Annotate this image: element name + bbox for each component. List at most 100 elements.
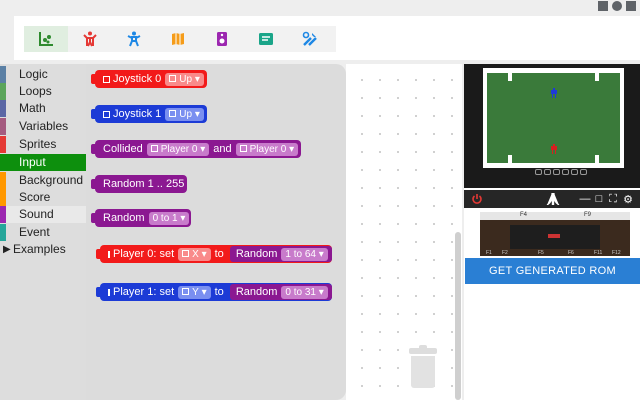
- checkbox-icon: [182, 250, 190, 258]
- category-label: Sprites: [19, 137, 57, 151]
- range-dropdown[interactable]: 0 to 31 ▾: [281, 285, 328, 299]
- category-variables[interactable]: Variables: [0, 118, 86, 135]
- message-tab[interactable]: [244, 26, 288, 52]
- category-label: Examples: [13, 242, 66, 256]
- score-digit: [535, 169, 542, 175]
- category-color: [0, 83, 6, 100]
- stop-icon[interactable]: [598, 1, 608, 11]
- category-score[interactable]: Score: [0, 189, 86, 206]
- minimize-icon[interactable]: —: [578, 192, 592, 206]
- axis-dropdown[interactable]: Y ▾: [178, 285, 211, 299]
- editor-toolbar: [14, 16, 640, 60]
- map-icon: [172, 33, 184, 45]
- workspace-scrollbar[interactable]: [455, 232, 461, 400]
- category-loops[interactable]: Loops: [0, 83, 86, 100]
- category-label: Input: [19, 155, 46, 169]
- joystick-1-block[interactable]: Joystick 1 Up ▾: [91, 105, 207, 123]
- f5-label: F5: [538, 250, 544, 256]
- random-range-block[interactable]: Random 0 to 1 ▾: [91, 209, 191, 227]
- category-event[interactable]: Event: [0, 224, 86, 241]
- square-icon[interactable]: [626, 1, 636, 11]
- playfield-post: [508, 73, 512, 81]
- block-label: Player 1: set: [113, 286, 175, 298]
- player-red-icon: [83, 31, 97, 47]
- record-icon[interactable]: [612, 1, 622, 11]
- category-logic[interactable]: Logic: [0, 66, 86, 83]
- category-label: Loops: [19, 84, 52, 98]
- player-1-sprite: [551, 88, 557, 98]
- category-math[interactable]: Math: [0, 100, 86, 117]
- category-color: [0, 118, 6, 135]
- atari-logo-icon: [546, 192, 560, 206]
- get-generated-rom-button[interactable]: GET GENERATED ROM: [465, 258, 640, 284]
- category-input[interactable]: Input: [0, 154, 86, 171]
- dropdown-value: 0 to 31: [285, 286, 316, 298]
- checkbox-icon: [169, 110, 177, 118]
- block-category-list: Logic Loops Math Variables Sprites Input…: [0, 64, 86, 400]
- trash-can-icon[interactable]: [409, 345, 437, 388]
- player-red-tab[interactable]: [68, 26, 112, 52]
- collider-b-dropdown[interactable]: Player 0 ▾: [235, 142, 299, 156]
- range-dropdown[interactable]: 1 to 64 ▾: [281, 247, 328, 261]
- dropdown-value: Player 0: [160, 143, 198, 155]
- f6-label: F6: [568, 250, 574, 256]
- f2-label: F2: [502, 250, 508, 256]
- blocks-workspace[interactable]: [346, 64, 462, 400]
- range-dropdown[interactable]: 0 to 1 ▾: [148, 211, 190, 225]
- random-range-input[interactable]: Random 0 to 31 ▾: [229, 284, 332, 300]
- category-sprites[interactable]: Sprites: [0, 136, 86, 153]
- power-icon[interactable]: [470, 192, 484, 206]
- program-blocks-tab[interactable]: [24, 26, 68, 52]
- player-1-set-block[interactable]: Player 1: set Y ▾ to Random 0 to 31 ▾: [96, 283, 332, 301]
- category-label: Math: [19, 101, 46, 115]
- category-examples[interactable]: ▶ Examples: [0, 241, 86, 258]
- collider-a-dropdown[interactable]: Player 0 ▾: [146, 142, 210, 156]
- category-label: Event: [19, 225, 50, 239]
- window-icon[interactable]: □: [592, 192, 606, 206]
- random-range-input[interactable]: Random 1 to 64 ▾: [229, 246, 332, 262]
- dropdown-value: 0 to 1: [152, 212, 178, 224]
- map-tab[interactable]: [156, 26, 200, 52]
- checkbox-icon: [108, 250, 110, 258]
- category-sound[interactable]: Sound: [0, 206, 86, 223]
- category-background[interactable]: Background: [0, 172, 86, 189]
- atari-logo-glyph: [546, 193, 560, 205]
- player-blue-icon: [127, 31, 141, 47]
- playfield: [483, 68, 624, 168]
- random-1-255-block[interactable]: Random 1 .. 255: [91, 175, 187, 193]
- tools-icon: [302, 31, 317, 46]
- axis-dropdown[interactable]: X ▾: [178, 247, 211, 261]
- settings-gear-icon[interactable]: ⚙: [621, 192, 635, 206]
- category-label: Logic: [19, 67, 48, 81]
- sound-tab[interactable]: [200, 26, 244, 52]
- f4-label: F4: [520, 212, 528, 218]
- block-label: Joystick 0: [113, 73, 162, 85]
- block-label: Player 0: set: [113, 248, 175, 260]
- collided-block[interactable]: Collided Player 0 ▾ and Player 0 ▾: [91, 140, 301, 158]
- joystick-0-block[interactable]: Joystick 0 Up ▾: [91, 70, 207, 88]
- fullscreen-icon[interactable]: ⛶: [606, 192, 620, 206]
- direction-dropdown[interactable]: Up ▾: [165, 107, 204, 121]
- category-color: [0, 66, 6, 83]
- category-label: Score: [19, 190, 51, 204]
- console-switch-strip: F4 F9: [480, 212, 630, 220]
- player-blue-tab[interactable]: [112, 26, 156, 52]
- tools-tab[interactable]: [288, 26, 332, 52]
- player-0-set-block[interactable]: Player 0: set X ▾ to Random 1 to 64 ▾: [96, 245, 332, 263]
- checkbox-icon: [108, 288, 110, 296]
- player-0-sprite: [551, 144, 557, 154]
- checkbox-icon: [239, 145, 247, 153]
- message-icon: [259, 33, 273, 45]
- playfield-wall-right: [620, 68, 624, 168]
- to-label: to: [214, 286, 224, 298]
- power-glyph: [472, 194, 482, 204]
- playfield-post: [508, 155, 512, 163]
- direction-dropdown[interactable]: Up ▾: [165, 72, 204, 86]
- expand-triangle-icon[interactable]: ▶: [3, 241, 11, 258]
- checkbox-icon: [150, 145, 158, 153]
- score-display: [535, 169, 587, 177]
- dropdown-value: X: [192, 248, 199, 260]
- category-label: Sound: [19, 207, 54, 221]
- block-label: Collided: [103, 143, 143, 155]
- block-label: Joystick 1: [113, 108, 162, 120]
